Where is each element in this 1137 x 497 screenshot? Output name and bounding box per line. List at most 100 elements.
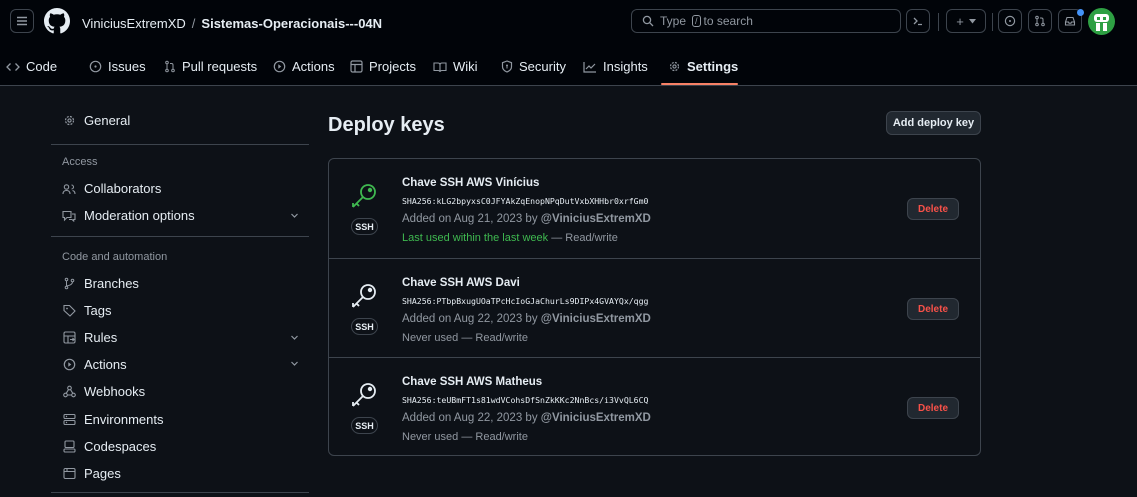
delete-key-button[interactable]: Delete — [907, 298, 959, 320]
breadcrumb-owner[interactable]: ViniciusExtremXD — [82, 16, 186, 31]
code-icon — [6, 61, 20, 73]
search-placeholder-prefix: Type — [660, 14, 687, 28]
sidebar-heading-access: Access — [62, 156, 98, 168]
key-usage-info: Never used — Read/write — [402, 332, 528, 344]
key-added-date: Added on Aug 22, 2023 by — [402, 313, 538, 325]
sidebar-item-label: Codespaces — [84, 439, 157, 454]
sidebar-item-pages[interactable]: Pages — [62, 466, 121, 481]
sidebar-item-label: Tags — [84, 303, 112, 318]
key-icon — [352, 184, 376, 208]
avatar[interactable] — [1088, 8, 1115, 35]
pull-request-icon — [164, 60, 176, 73]
inbox-icon — [1064, 16, 1076, 26]
github-logo-icon[interactable] — [44, 8, 70, 34]
chevron-down-icon[interactable] — [290, 333, 299, 342]
hamburger-menu-button[interactable] — [10, 9, 34, 33]
search-input[interactable]: Type / to search — [631, 9, 901, 33]
tab-issues-label: Issues — [108, 59, 146, 74]
chevron-down-icon[interactable] — [290, 211, 299, 220]
delete-key-button[interactable]: Delete — [907, 397, 959, 419]
tab-insights-label: Insights — [603, 59, 648, 74]
key-usage-status: Never used — [402, 332, 459, 344]
key-usage-status: Last used within the last week — [402, 232, 549, 244]
tab-projects[interactable]: Projects — [350, 59, 416, 74]
tab-actions-label: Actions — [292, 59, 335, 74]
key-added-date: Added on Aug 22, 2023 by — [402, 412, 538, 424]
sidebar-item-rules[interactable]: Rules — [62, 330, 117, 345]
tab-issues[interactable]: Issues — [89, 59, 146, 74]
header-divider-2 — [992, 13, 993, 31]
book-icon — [433, 61, 447, 73]
sidebar-item-branches[interactable]: Branches — [62, 276, 139, 291]
key-added-by-link[interactable]: @ViniciusExtremXD — [541, 412, 651, 424]
sidebar-item-tags[interactable]: Tags — [62, 303, 111, 318]
issue-icon — [89, 60, 102, 73]
play-icon — [62, 358, 76, 371]
breadcrumb-repo[interactable]: Sistemas-Operacionais---04N — [201, 16, 382, 31]
add-deploy-key-button[interactable]: Add deploy key — [886, 111, 981, 135]
issue-opened-icon — [1004, 15, 1016, 27]
comment-discussion-icon — [62, 210, 76, 222]
create-new-button[interactable]: + — [946, 9, 986, 33]
key-fingerprint: SHA256:teUBmFT1s81wdVCohsDfSnZkKKc2NnBcs… — [402, 395, 649, 405]
delete-key-button[interactable]: Delete — [907, 198, 959, 220]
sidebar-item-label: Rules — [84, 330, 118, 345]
tab-settings-label: Settings — [687, 59, 739, 74]
key-added-info: Added on Aug 22, 2023 by @ViniciusExtrem… — [402, 313, 651, 325]
active-tab-indicator — [661, 83, 738, 85]
breadcrumb: ViniciusExtremXD / Sistemas-Operacionais--… — [82, 16, 382, 31]
branch-icon — [62, 277, 76, 290]
key-added-info: Added on Aug 22, 2023 by @ViniciusExtrem… — [402, 412, 651, 424]
tab-actions[interactable]: Actions — [273, 59, 335, 74]
sidebar-item-environments[interactable]: Environments — [62, 412, 163, 427]
command-palette-button[interactable] — [906, 9, 930, 33]
sidebar-item-label: Environments — [84, 412, 164, 427]
issues-button[interactable] — [998, 9, 1022, 33]
key-added-by-link[interactable]: @ViniciusExtremXD — [541, 213, 651, 225]
tab-security[interactable]: Security — [501, 59, 566, 74]
tab-code[interactable]: Code — [6, 59, 57, 74]
terminal-icon — [913, 17, 922, 26]
key-title: Chave SSH AWS Davi — [402, 277, 520, 289]
page-title: Deploy keys — [328, 114, 445, 136]
deploy-key-row: SSH Chave SSH AWS Davi SHA256:PTbpBxugUO… — [329, 258, 980, 357]
sidebar-item-label: Branches — [84, 276, 139, 291]
server-icon — [62, 413, 76, 426]
menu-icon — [17, 16, 27, 26]
sidebar-item-collaborators[interactable]: Collaborators — [62, 181, 161, 196]
key-added-info: Added on Aug 21, 2023 by @ViniciusExtrem… — [402, 213, 651, 225]
header-divider — [938, 13, 939, 31]
table-icon — [350, 60, 363, 73]
sidebar-item-moderation[interactable]: Moderation options — [62, 208, 195, 223]
key-fingerprint: SHA256:PTbpBxugUOaTPcHcIoGJaChurLs9DIPx4… — [402, 296, 649, 306]
browser-icon — [62, 467, 76, 480]
sidebar-item-webhooks[interactable]: Webhooks — [62, 384, 145, 399]
breadcrumb-separator: / — [191, 16, 196, 31]
sidebar-item-actions[interactable]: Actions — [62, 357, 127, 372]
rules-icon — [62, 331, 76, 344]
plus-icon: + — [956, 13, 964, 29]
tab-settings[interactable]: Settings — [668, 59, 738, 74]
sidebar-item-label: Moderation options — [84, 208, 195, 223]
deploy-key-row: SSH Chave SSH AWS Matheus SHA256:teUBmFT… — [329, 357, 980, 456]
caret-down-icon — [968, 18, 976, 23]
sidebar-item-codespaces[interactable]: Codespaces — [62, 439, 156, 454]
key-icon — [352, 284, 376, 308]
gear-icon — [62, 114, 76, 127]
tab-pull-requests[interactable]: Pull requests — [164, 59, 257, 74]
sidebar-item-label: Collaborators — [84, 181, 162, 196]
key-access-level: — Read/write — [551, 232, 618, 244]
sidebar-divider — [51, 492, 309, 493]
key-fingerprint: SHA256:kLG2bpyxsC0JFYAkZqEnopNPqDutVxbXH… — [402, 196, 649, 206]
key-added-by-link[interactable]: @ViniciusExtremXD — [541, 313, 651, 325]
sidebar-item-general[interactable]: General — [62, 113, 130, 128]
sidebar-item-label: Webhooks — [84, 384, 146, 399]
tab-wiki[interactable]: Wiki — [433, 59, 478, 74]
tab-security-label: Security — [519, 59, 566, 74]
codespaces-icon — [62, 440, 76, 453]
sidebar-item-label: General — [84, 113, 131, 128]
search-placeholder-suffix: to search — [703, 14, 753, 28]
chevron-down-icon[interactable] — [290, 359, 299, 368]
pull-requests-button[interactable] — [1028, 9, 1052, 33]
tab-insights[interactable]: Insights — [583, 59, 648, 74]
